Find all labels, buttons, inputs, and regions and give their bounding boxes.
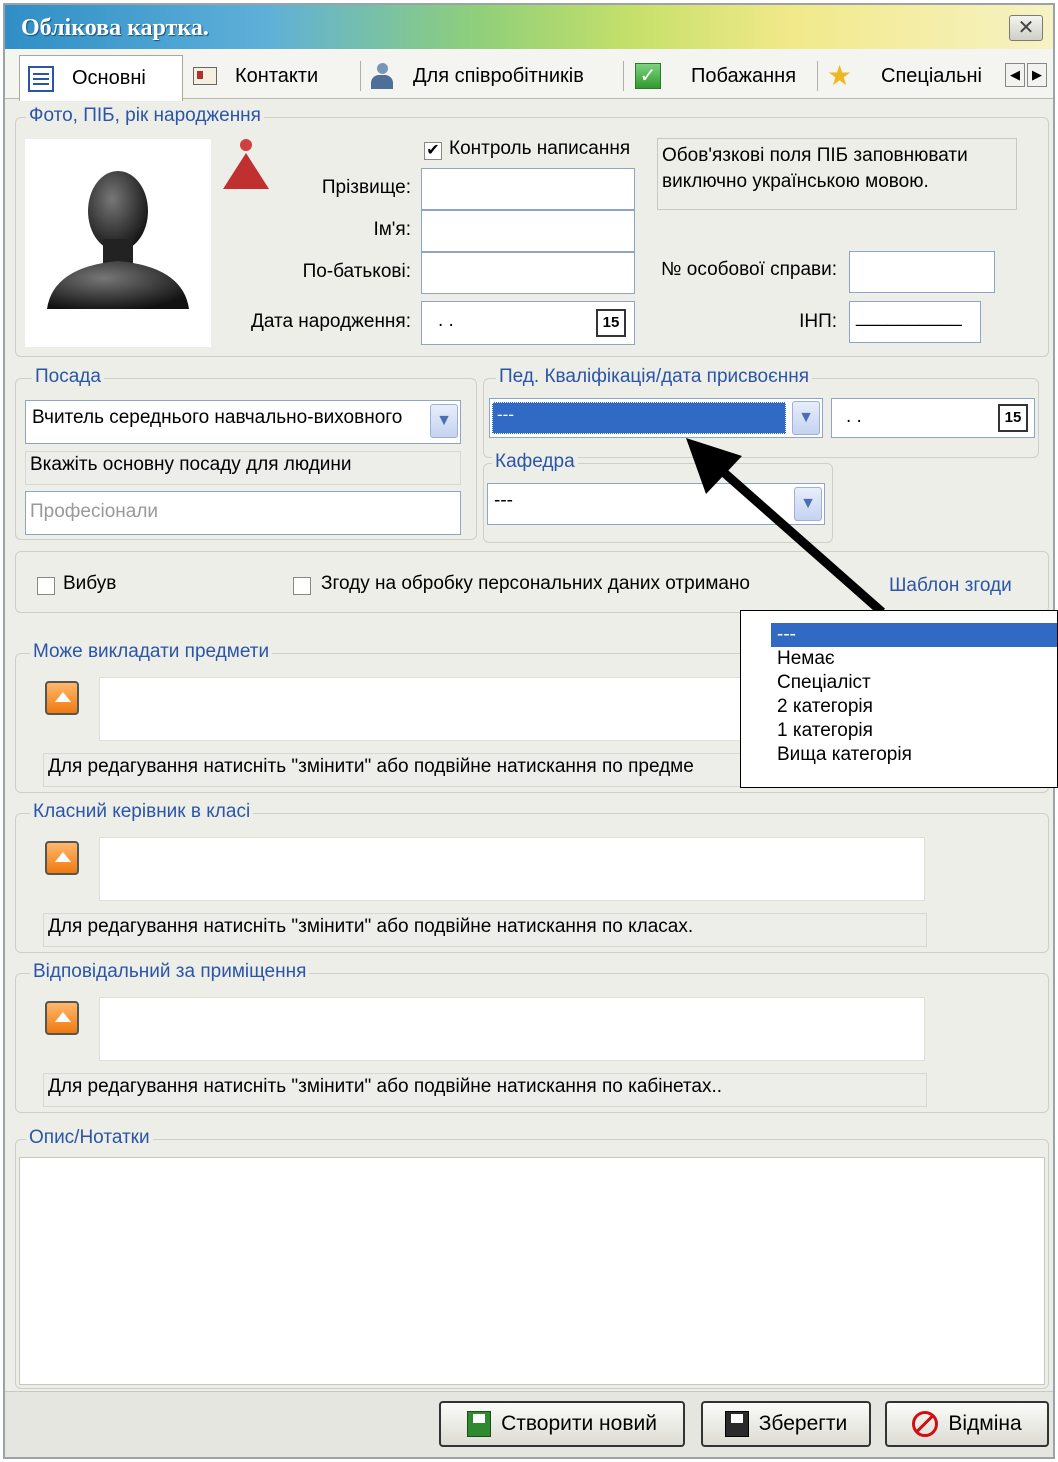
class-edit-icon[interactable] <box>45 841 79 875</box>
save-button[interactable]: Зберегти <box>701 1401 871 1447</box>
birthdate-label: Дата народження: <box>250 311 411 332</box>
subjects-edit-icon[interactable] <box>45 681 79 715</box>
retired-label: Вибув <box>63 573 117 594</box>
tab-contacts[interactable]: Контакти <box>193 55 318 97</box>
spell-check-checkbox[interactable]: ✔ <box>424 142 442 160</box>
surname-label: Прізвище: <box>321 177 411 198</box>
tab-employees[interactable]: Для співробітників <box>369 55 584 97</box>
rooms-group-label: Відповідальний за приміщення <box>30 961 310 983</box>
tab-scroll-right-icon[interactable]: ▶ <box>1027 63 1047 87</box>
tab-main[interactable]: Основні <box>19 55 183 101</box>
photo-placeholder[interactable] <box>25 139 211 347</box>
notes-textarea[interactable] <box>19 1157 1045 1385</box>
chevron-down-icon[interactable]: ▼ <box>430 404 458 438</box>
tab-scroll-left-icon[interactable]: ◀ <box>1005 63 1025 87</box>
cancel-label: Відміна <box>948 1412 1022 1435</box>
star-icon: ★ <box>827 60 853 91</box>
surname-input[interactable] <box>421 168 635 210</box>
patronymic-input[interactable] <box>421 252 635 294</box>
tab-contacts-label: Контакти <box>235 64 319 87</box>
birthdate-value: . . <box>438 310 454 331</box>
cancel-icon <box>912 1411 939 1437</box>
tab-special-label: Спеціальні <box>881 64 982 87</box>
class-group-label: Класний керівник в класі <box>30 801 254 823</box>
tab-bar: Основні Контакти Для співробітників ✓ По… <box>5 49 1053 101</box>
calendar-icon[interactable]: 15 <box>596 309 626 337</box>
tab-main-label: Основні <box>72 67 146 89</box>
retired-checkbox[interactable] <box>37 577 55 595</box>
position-group-label: Посада <box>32 366 104 388</box>
name-label: Ім'я: <box>373 219 411 240</box>
tab-special[interactable]: ★ Спеціальні <box>827 55 982 97</box>
position-hint: Вкажіть основну посаду для людини <box>25 451 461 485</box>
qualification-group-label: Пед. Кваліфікація/дата присвоєння <box>496 366 813 388</box>
checkmark-icon: ✓ <box>635 63 661 89</box>
new-disk-icon <box>467 1411 492 1437</box>
close-button[interactable]: ✕ <box>1009 15 1043 41</box>
tab-wishes[interactable]: ✓ Побажання <box>635 55 796 97</box>
notes-group-label: Опис/Нотатки <box>26 1127 153 1149</box>
class-hint: Для редагування натисніть "змінити" або … <box>43 913 927 947</box>
position-category: Професіонали <box>25 491 461 535</box>
window-title: Облікова картка. <box>21 15 209 41</box>
inn-label: ІНП: <box>799 311 837 332</box>
title-bar[interactable]: Облікова картка. ✕ <box>5 5 1053 49</box>
tab-wishes-label: Побажання <box>691 64 797 87</box>
silhouette-icon <box>47 171 189 309</box>
subjects-group-label: Може викладати предмети <box>30 641 273 663</box>
rooms-hint: Для редагування натисніть "змінити" або … <box>43 1073 927 1107</box>
rooms-edit-icon[interactable] <box>45 1001 79 1035</box>
consent-checkbox[interactable] <box>293 577 311 595</box>
save-label: Зберегти <box>758 1412 848 1435</box>
tab-employees-label: Для співробітників <box>413 64 584 87</box>
rooms-list[interactable] <box>99 997 925 1061</box>
position-value: Вчитель середнього навчально-виховного <box>32 407 403 428</box>
consent-template-link[interactable]: Шаблон згоди <box>889 575 1012 597</box>
document-icon <box>28 65 54 92</box>
class-list[interactable] <box>99 837 925 901</box>
birthdate-input[interactable]: . . 15 <box>421 301 635 345</box>
qualification-dropdown-list[interactable]: --- Немає Спеціаліст 2 категорія 1 катег… <box>740 610 1058 788</box>
option-category-1[interactable]: 1 категорія <box>771 719 1057 743</box>
inn-value: __________ <box>856 306 962 327</box>
save-disk-icon <box>724 1411 749 1437</box>
name-input[interactable] <box>421 210 635 252</box>
option-none[interactable]: Немає <box>771 647 1057 671</box>
department-value: --- <box>494 490 513 511</box>
tab-scroll: ◀ ▶ <box>1005 63 1047 87</box>
patronymic-label: По-батькові: <box>302 261 411 282</box>
department-group-label: Кафедра <box>492 451 578 473</box>
contact-card-icon <box>193 67 217 85</box>
user-icon <box>369 63 395 89</box>
photo-group-label: Фото, ПІБ, рік народження <box>26 105 264 127</box>
inn-input[interactable]: __________ <box>849 301 981 343</box>
file-number-input[interactable] <box>849 251 995 293</box>
calendar-icon[interactable]: 15 <box>998 404 1028 432</box>
create-new-label: Створити новий <box>501 1412 657 1435</box>
option-none-placeholder[interactable]: --- <box>771 623 1057 647</box>
option-highest-category[interactable]: Вища категорія <box>771 743 1057 767</box>
create-new-button[interactable]: Створити новий <box>439 1401 685 1447</box>
cancel-button[interactable]: Відміна <box>885 1401 1049 1447</box>
spell-check-label: Контроль написання <box>449 138 631 159</box>
annotation-arrow-icon <box>686 438 885 616</box>
option-category-2[interactable]: 2 категорія <box>771 695 1057 719</box>
file-number-label: № особової справи: <box>661 259 837 280</box>
option-specialist[interactable]: Спеціаліст <box>771 671 1057 695</box>
pib-note: Обов'язкові поля ПІБ заповнювати виключн… <box>657 138 1017 210</box>
position-select[interactable]: Вчитель середнього навчально-виховного ▼ <box>25 400 461 444</box>
